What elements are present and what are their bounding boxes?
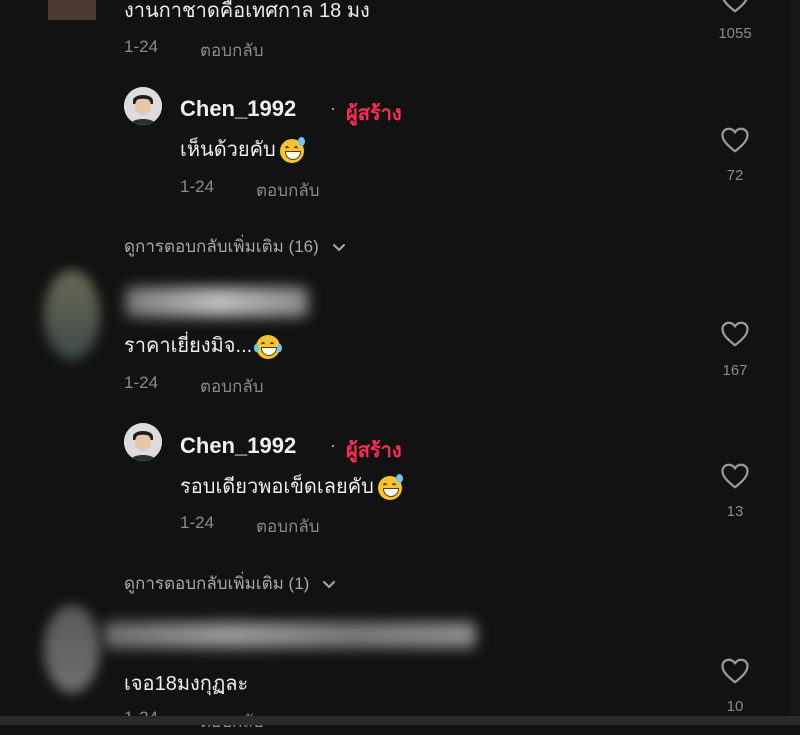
heart-outline-icon[interactable] [720,462,750,490]
grinning-sweat-emoji-icon [279,136,305,163]
heart-outline-icon[interactable] [720,0,750,14]
like-count: 167 [722,362,748,379]
tears-of-joy-emoji-icon [254,334,283,359]
comment-text: งานกาชาดคือเทศกาล 18 มง [124,0,370,22]
view-more-replies-button[interactable]: ดูการตอบกลับเพิ่มเติม (16) [124,233,346,260]
like-count: 1055 [718,25,752,42]
comment-text-content: ราคาเยี่ยงมิจ... [124,335,253,357]
view-more-replies-button[interactable]: ดูการตอบกลับเพิ่มเติม (1) [124,570,336,597]
author-name[interactable]: Chen_1992 [180,96,296,122]
reply-button[interactable]: ตอบกลับ [256,513,320,540]
chevron-down-icon [323,580,336,588]
author-name-blurred[interactable] [104,622,476,648]
reply-text: รอบเดียวพอเข็ดเลยคับ [180,470,403,502]
person-avatar-icon [124,423,162,461]
comment-avatar-blurred[interactable] [48,0,96,20]
author-name-blurred[interactable] [126,287,308,317]
reply-button[interactable]: ตอบกลับ [200,373,264,400]
reply-button[interactable]: ตอบกลับ [200,37,264,64]
comment-text: ราคาเยี่ยงมิจ... [124,329,283,361]
scroll-edge [790,0,800,716]
reply-date: 1-24 [180,513,215,532]
creator-avatar[interactable] [124,423,162,461]
grinning-sweat-emoji-icon [377,473,403,500]
separator-dot: · [330,435,336,455]
heart-outline-icon[interactable] [720,320,750,348]
chevron-down-icon [332,243,345,251]
reply-text: เห็นด้วยคับ [180,133,305,165]
like-count: 72 [726,167,744,184]
view-more-label: ดูการตอบกลับเพิ่มเติม (16) [124,237,319,256]
comment-text: เจอ18มงกุฏละ [124,673,249,695]
separator-dot: · [330,98,336,118]
comment-date: 1-24 [124,37,159,56]
creator-badge: ผู้สร้าง [346,440,402,462]
bottom-edge-bar [0,716,800,725]
person-avatar-icon [124,87,162,125]
author-name[interactable]: Chen_1992 [180,433,296,459]
heart-outline-icon[interactable] [720,126,750,154]
comment-avatar-blurred[interactable] [44,605,100,693]
reply-button[interactable]: ตอบกลับ [256,177,320,204]
reply-text-content: รอบเดียวพอเข็ดเลยคับ [180,476,374,498]
heart-outline-icon[interactable] [720,657,750,685]
like-count: 10 [726,698,744,715]
reply-text-content: เห็นด้วยคับ [180,139,276,161]
comment-avatar-blurred[interactable] [44,270,100,360]
reply-date: 1-24 [180,177,215,196]
comment-date: 1-24 [124,373,159,392]
like-count: 13 [726,503,744,520]
view-more-label: ดูการตอบกลับเพิ่มเติม (1) [124,574,310,593]
creator-badge: ผู้สร้าง [346,103,402,125]
creator-avatar[interactable] [124,87,162,125]
